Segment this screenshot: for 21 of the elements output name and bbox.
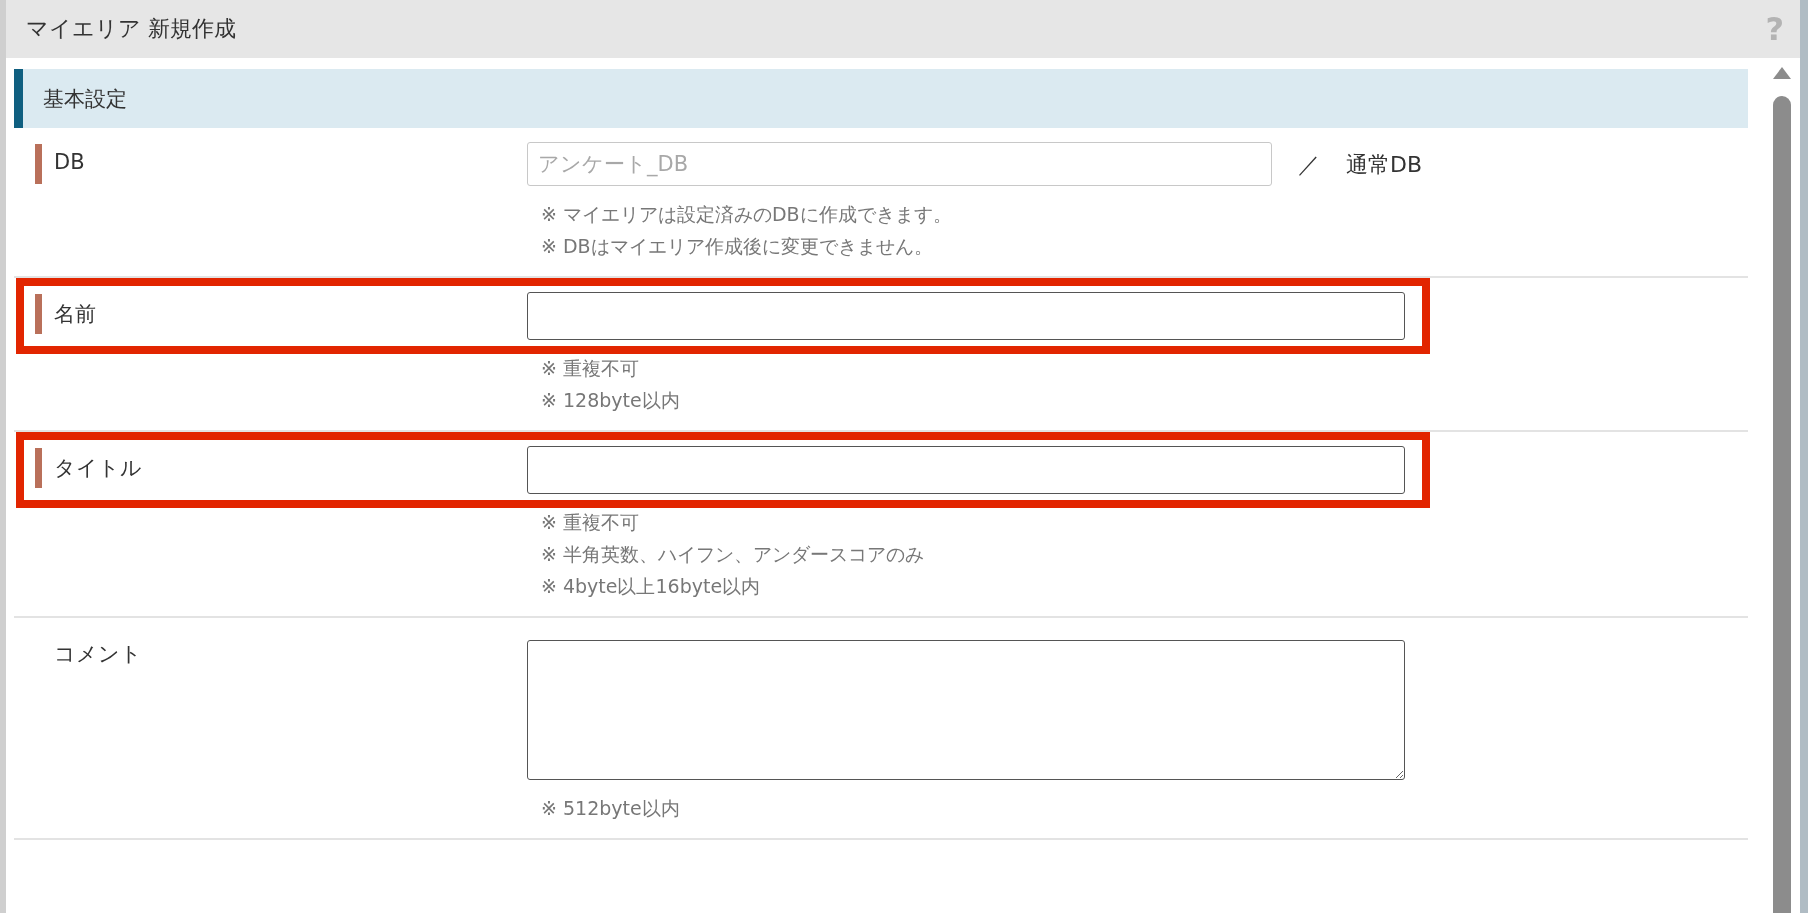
text-field[interactable] — [527, 446, 1405, 494]
scrollbar-thumb[interactable] — [1773, 96, 1791, 913]
field-note: ※ 半角英数、ハイフン、アンダースコアのみ — [541, 542, 925, 567]
field-note: ※ 4byte以上16byte以内 — [541, 574, 762, 599]
field-note: ※ 512byte以内 — [541, 796, 681, 821]
field-label: タイトル — [54, 455, 142, 482]
scroll-up-icon[interactable] — [1772, 66, 1792, 80]
dialog-title: マイエリア 新規作成 — [26, 15, 236, 43]
db-type-label: 通常DB — [1345, 151, 1422, 179]
section-title: 基本設定 — [43, 85, 127, 113]
field-note: ※ マイエリアは設定済みのDBに作成できます。 — [541, 202, 953, 227]
field-label: DB — [54, 149, 85, 174]
field-label: 名前 — [54, 301, 96, 328]
field-note: ※ 重複不可 — [541, 356, 640, 381]
field-note: ※ DBはマイエリア作成後に変更できません。 — [541, 234, 934, 259]
field-note: ※ 128byte以内 — [541, 388, 681, 413]
separator: ／ — [1297, 151, 1320, 179]
field-note: ※ 重複不可 — [541, 510, 640, 535]
text-field[interactable] — [527, 292, 1405, 340]
field-label: コメント — [54, 641, 142, 668]
help-icon[interactable]: ? — [1765, 10, 1784, 48]
